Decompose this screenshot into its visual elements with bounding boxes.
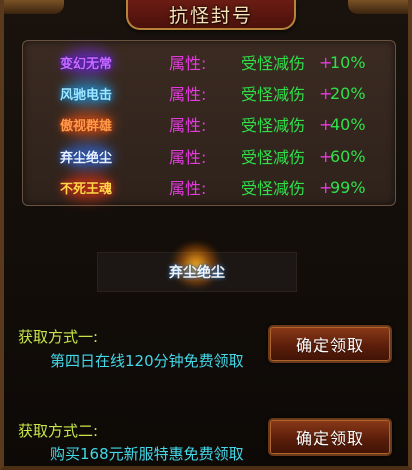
attribute-label: 属性: bbox=[169, 179, 207, 198]
effect-label: 受怪减伤 bbox=[241, 148, 306, 167]
acquire-method-2-label: 获取方式二: bbox=[18, 422, 99, 440]
title-row: 弃尘绝尘 属性: 受怪减伤 + 60% bbox=[23, 141, 397, 171]
effect-value: 99% bbox=[330, 177, 366, 197]
effect-label: 受怪减伤 bbox=[241, 54, 306, 73]
dialog-frame: 抗怪封号 变幻无常 属性: 受怪减伤 + 10% 风驰电击 属性: 受怪减伤 +… bbox=[0, 0, 412, 470]
dialog-title: 抗怪封号 bbox=[168, 4, 253, 27]
effect-value: 60% bbox=[330, 146, 366, 166]
title-row: 变幻无常 属性: 受怪减伤 + 10% bbox=[23, 47, 397, 77]
claim-button-2[interactable]: 确定领取 bbox=[268, 418, 392, 456]
attribute-label: 属性: bbox=[169, 148, 207, 167]
title-row: 不死王魂 属性: 受怪减伤 + 99% bbox=[23, 172, 397, 202]
title-bar: 抗怪封号 bbox=[126, 0, 296, 30]
effect-label: 受怪减伤 bbox=[241, 116, 306, 135]
title-name: 傲视群雄 bbox=[59, 118, 112, 134]
title-name: 风驰电击 bbox=[59, 87, 112, 103]
title-preview: 弃尘绝尘 bbox=[97, 243, 297, 292]
effect-value: 40% bbox=[330, 114, 366, 134]
attribute-label: 属性: bbox=[169, 54, 207, 73]
title-row: 傲视群雄 属性: 受怪减伤 + 40% bbox=[23, 109, 397, 139]
effect-value: 20% bbox=[330, 83, 366, 103]
title-name: 弃尘绝尘 bbox=[59, 150, 112, 166]
acquire-method-1-label: 获取方式一: bbox=[18, 328, 99, 346]
title-list-panel: 变幻无常 属性: 受怪减伤 + 10% 风驰电击 属性: 受怪减伤 + 20% … bbox=[22, 40, 396, 206]
claim-button-1[interactable]: 确定领取 bbox=[268, 325, 392, 363]
attribute-label: 属性: bbox=[169, 116, 207, 135]
attribute-label: 属性: bbox=[169, 85, 207, 104]
effect-value: 10% bbox=[330, 52, 366, 72]
effect-label: 受怪减伤 bbox=[241, 179, 306, 198]
title-row: 风驰电击 属性: 受怪减伤 + 20% bbox=[23, 78, 397, 108]
title-name: 变幻无常 bbox=[59, 56, 112, 72]
preview-title-name: 弃尘绝尘 bbox=[169, 265, 225, 281]
title-name: 不死王魂 bbox=[59, 181, 112, 197]
effect-label: 受怪减伤 bbox=[241, 85, 306, 104]
acquire-method-1-desc: 第四日在线120分钟免费领取 bbox=[50, 352, 244, 370]
acquire-method-2-desc: 购买168元新服特惠免费领取 bbox=[50, 445, 244, 463]
